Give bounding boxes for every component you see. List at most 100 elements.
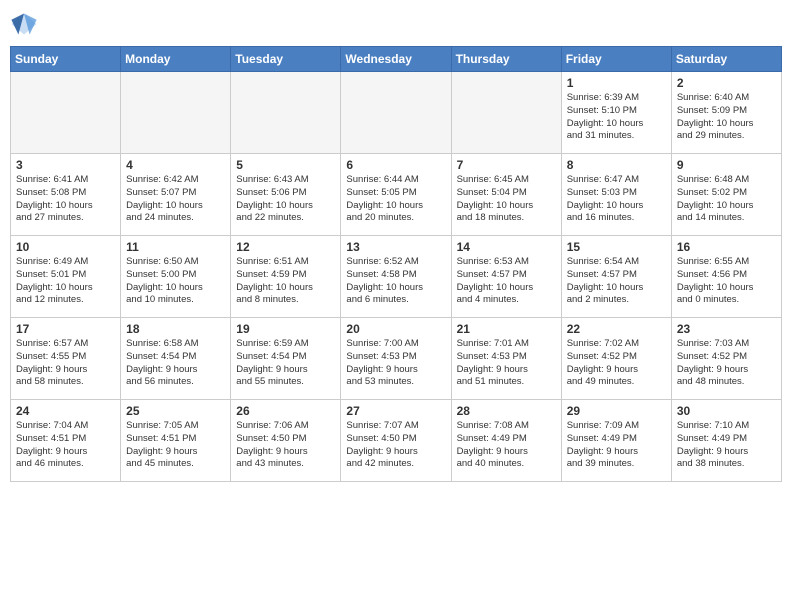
day-info: Sunrise: 7:01 AMSunset: 4:53 PMDaylight:… — [457, 338, 556, 389]
calendar-cell — [341, 72, 451, 154]
calendar-week-3: 10 Sunrise: 6:49 AMSunset: 5:01 PMDayligh… — [11, 236, 782, 318]
day-number: 11 — [126, 240, 225, 254]
day-number: 14 — [457, 240, 556, 254]
day-number: 21 — [457, 322, 556, 336]
day-info: Sunrise: 6:40 AMSunset: 5:09 PMDaylight:… — [677, 92, 776, 143]
day-number: 30 — [677, 404, 776, 418]
day-number: 26 — [236, 404, 335, 418]
day-number: 27 — [346, 404, 445, 418]
day-number: 29 — [567, 404, 666, 418]
calendar-cell: 19 Sunrise: 6:59 AMSunset: 4:54 PMDayligh… — [231, 318, 341, 400]
calendar-cell: 26Sunrise: 7:06 AMSunset: 4:50 PMDayligh… — [231, 400, 341, 482]
day-number: 20 — [346, 322, 445, 336]
day-number: 13 — [346, 240, 445, 254]
calendar-table: SundayMondayTuesdayWednesdayThursdayFrid… — [10, 46, 782, 482]
logo — [10, 10, 42, 38]
logo-icon — [10, 10, 38, 38]
day-number: 19 — [236, 322, 335, 336]
day-info: Sunrise: 6:48 AMSunset: 5:02 PMDaylight:… — [677, 174, 776, 225]
day-info: Sunrise: 6:43 AMSunset: 5:06 PMDaylight:… — [236, 174, 335, 225]
day-number: 28 — [457, 404, 556, 418]
weekday-header-monday: Monday — [121, 47, 231, 72]
calendar-cell — [451, 72, 561, 154]
calendar-cell: 1Sunrise: 6:39 AMSunset: 5:10 PMDaylight… — [561, 72, 671, 154]
calendar-cell: 16 Sunrise: 6:55 AMSunset: 4:56 PMDayligh… — [671, 236, 781, 318]
weekday-header-sunday: Sunday — [11, 47, 121, 72]
day-info: Sunrise: 7:10 AMSunset: 4:49 PMDaylight:… — [677, 420, 776, 471]
day-info: Sunrise: 6:52 AMSunset: 4:58 PMDaylight:… — [346, 256, 445, 307]
calendar-cell: 12 Sunrise: 6:51 AMSunset: 4:59 PMDayligh… — [231, 236, 341, 318]
calendar-cell: 29 Sunrise: 7:09 AMSunset: 4:49 PMDayligh… — [561, 400, 671, 482]
calendar-cell: 25 Sunrise: 7:05 AMSunset: 4:51 PMDayligh… — [121, 400, 231, 482]
calendar-cell: 24 Sunrise: 7:04 AMSunset: 4:51 PMDayligh… — [11, 400, 121, 482]
weekday-header-saturday: Saturday — [671, 47, 781, 72]
day-info: Sunrise: 6:44 AMSunset: 5:05 PMDaylight:… — [346, 174, 445, 225]
calendar-week-2: 3 Sunrise: 6:41 AMSunset: 5:08 PMDaylight… — [11, 154, 782, 236]
day-info: Sunrise: 7:09 AMSunset: 4:49 PMDaylight:… — [567, 420, 666, 471]
calendar-week-5: 24 Sunrise: 7:04 AMSunset: 4:51 PMDayligh… — [11, 400, 782, 482]
day-info: Sunrise: 7:05 AMSunset: 4:51 PMDaylight:… — [126, 420, 225, 471]
calendar-cell: 11Sunrise: 6:50 AMSunset: 5:00 PMDayligh… — [121, 236, 231, 318]
weekday-row: SundayMondayTuesdayWednesdayThursdayFrid… — [11, 47, 782, 72]
day-number: 9 — [677, 158, 776, 172]
day-info: Sunrise: 6:41 AMSunset: 5:08 PMDaylight:… — [16, 174, 115, 225]
day-number: 18 — [126, 322, 225, 336]
calendar-cell: 5 Sunrise: 6:43 AMSunset: 5:06 PMDaylight… — [231, 154, 341, 236]
day-info: Sunrise: 7:08 AMSunset: 4:49 PMDaylight:… — [457, 420, 556, 471]
day-number: 8 — [567, 158, 666, 172]
day-info: Sunrise: 6:55 AMSunset: 4:56 PMDaylight:… — [677, 256, 776, 307]
day-info: Sunrise: 6:53 AMSunset: 4:57 PMDaylight:… — [457, 256, 556, 307]
calendar-cell: 3 Sunrise: 6:41 AMSunset: 5:08 PMDaylight… — [11, 154, 121, 236]
day-number: 24 — [16, 404, 115, 418]
day-number: 25 — [126, 404, 225, 418]
calendar-cell: 23Sunrise: 7:03 AMSunset: 4:52 PMDayligh… — [671, 318, 781, 400]
page-header — [10, 10, 782, 38]
day-number: 16 — [677, 240, 776, 254]
day-number: 12 — [236, 240, 335, 254]
day-number: 22 — [567, 322, 666, 336]
calendar-week-1: 1Sunrise: 6:39 AMSunset: 5:10 PMDaylight… — [11, 72, 782, 154]
day-info: Sunrise: 6:51 AMSunset: 4:59 PMDaylight:… — [236, 256, 335, 307]
calendar-cell: 15Sunrise: 6:54 AMSunset: 4:57 PMDayligh… — [561, 236, 671, 318]
day-number: 4 — [126, 158, 225, 172]
calendar-cell: 13 Sunrise: 6:52 AMSunset: 4:58 PMDayligh… — [341, 236, 451, 318]
day-number: 2 — [677, 76, 776, 90]
calendar-header: SundayMondayTuesdayWednesdayThursdayFrid… — [11, 47, 782, 72]
day-number: 7 — [457, 158, 556, 172]
calendar-cell: 21 Sunrise: 7:01 AMSunset: 4:53 PMDayligh… — [451, 318, 561, 400]
day-info: Sunrise: 6:59 AMSunset: 4:54 PMDaylight:… — [236, 338, 335, 389]
weekday-header-thursday: Thursday — [451, 47, 561, 72]
day-number: 5 — [236, 158, 335, 172]
calendar-cell: 7 Sunrise: 6:45 AMSunset: 5:04 PMDaylight… — [451, 154, 561, 236]
weekday-header-friday: Friday — [561, 47, 671, 72]
day-number: 10 — [16, 240, 115, 254]
calendar-cell: 4 Sunrise: 6:42 AMSunset: 5:07 PMDaylight… — [121, 154, 231, 236]
calendar-cell: 8 Sunrise: 6:47 AMSunset: 5:03 PMDaylight… — [561, 154, 671, 236]
day-info: Sunrise: 6:54 AMSunset: 4:57 PMDaylight:… — [567, 256, 666, 307]
calendar-cell: 14 Sunrise: 6:53 AMSunset: 4:57 PMDayligh… — [451, 236, 561, 318]
day-info: Sunrise: 6:57 AMSunset: 4:55 PMDaylight:… — [16, 338, 115, 389]
day-info: Sunrise: 6:47 AMSunset: 5:03 PMDaylight:… — [567, 174, 666, 225]
calendar-cell — [231, 72, 341, 154]
day-info: Sunrise: 6:42 AMSunset: 5:07 PMDaylight:… — [126, 174, 225, 225]
calendar-cell: 17 Sunrise: 6:57 AMSunset: 4:55 PMDayligh… — [11, 318, 121, 400]
calendar-cell: 6Sunrise: 6:44 AMSunset: 5:05 PMDaylight… — [341, 154, 451, 236]
calendar-cell: 28 Sunrise: 7:08 AMSunset: 4:49 PMDayligh… — [451, 400, 561, 482]
calendar-cell: 9 Sunrise: 6:48 AMSunset: 5:02 PMDaylight… — [671, 154, 781, 236]
day-number: 23 — [677, 322, 776, 336]
calendar-cell — [121, 72, 231, 154]
calendar-cell: 10 Sunrise: 6:49 AMSunset: 5:01 PMDayligh… — [11, 236, 121, 318]
day-info: Sunrise: 6:49 AMSunset: 5:01 PMDaylight:… — [16, 256, 115, 307]
day-number: 17 — [16, 322, 115, 336]
calendar-body: 1Sunrise: 6:39 AMSunset: 5:10 PMDaylight… — [11, 72, 782, 482]
calendar-cell: 22 Sunrise: 7:02 AMSunset: 4:52 PMDayligh… — [561, 318, 671, 400]
weekday-header-tuesday: Tuesday — [231, 47, 341, 72]
day-number: 1 — [567, 76, 666, 90]
day-info: Sunrise: 6:58 AMSunset: 4:54 PMDaylight:… — [126, 338, 225, 389]
calendar-cell: 30 Sunrise: 7:10 AMSunset: 4:49 PMDayligh… — [671, 400, 781, 482]
day-info: Sunrise: 7:02 AMSunset: 4:52 PMDaylight:… — [567, 338, 666, 389]
calendar-week-4: 17 Sunrise: 6:57 AMSunset: 4:55 PMDayligh… — [11, 318, 782, 400]
day-number: 3 — [16, 158, 115, 172]
day-info: Sunrise: 7:04 AMSunset: 4:51 PMDaylight:… — [16, 420, 115, 471]
day-info: Sunrise: 6:45 AMSunset: 5:04 PMDaylight:… — [457, 174, 556, 225]
